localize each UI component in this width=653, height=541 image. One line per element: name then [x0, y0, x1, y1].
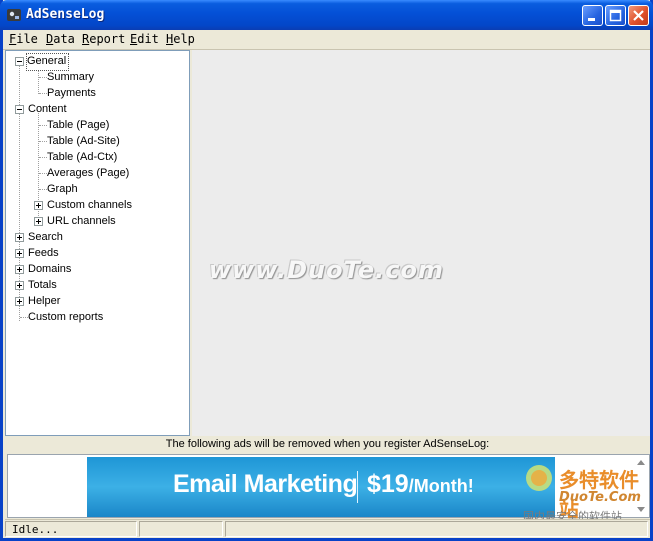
ad-notice: The following ads will be removed when y…: [5, 436, 650, 453]
collapse-icon[interactable]: [15, 57, 24, 66]
ad-scroll-arrows[interactable]: [635, 457, 647, 515]
maximize-icon: [609, 9, 622, 22]
tree-item-table-page[interactable]: Table (Page): [47, 118, 109, 134]
tree-line: [39, 173, 47, 175]
menu-report[interactable]: Report: [82, 32, 125, 46]
close-button[interactable]: [628, 5, 649, 26]
status-bar: Idle...: [5, 519, 650, 538]
tree-line: [39, 141, 47, 143]
tree-item-payments[interactable]: Payments: [47, 86, 96, 102]
banner-title: Email Marketing: [173, 470, 358, 498]
banner-price: $19/Month!: [367, 470, 474, 498]
minimize-icon: [588, 18, 595, 21]
tree-item-table-adctx[interactable]: Table (Ad-Ctx): [47, 150, 117, 166]
expand-icon[interactable]: [34, 201, 43, 210]
expand-icon[interactable]: [15, 265, 24, 274]
watermark: www.DuoTe.com: [209, 256, 444, 284]
menu-data[interactable]: Data: [46, 32, 75, 46]
tree-line: [39, 93, 47, 95]
status-panel: [225, 521, 648, 537]
tree-line: [20, 317, 28, 319]
tree-item-averages-page[interactable]: Averages (Page): [47, 166, 129, 182]
maximize-button[interactable]: [605, 5, 626, 26]
tree-item-url-channels[interactable]: URL channels: [47, 214, 116, 230]
minimize-button[interactable]: [582, 5, 603, 26]
tree-item-feeds[interactable]: Feeds: [28, 246, 59, 262]
menu-file[interactable]: File: [9, 32, 38, 46]
report-tree[interactable]: General Summary Payments Content Table (…: [5, 50, 190, 436]
tree-item-domains[interactable]: Domains: [28, 262, 71, 278]
status-text: Idle...: [12, 523, 59, 536]
menu-help[interactable]: Help: [166, 32, 195, 46]
app-icon: [7, 9, 21, 21]
expand-icon[interactable]: [15, 297, 24, 306]
tree-item-table-adsite[interactable]: Table (Ad-Site): [47, 134, 120, 150]
tree-line: [39, 189, 47, 191]
tree-line: [39, 125, 47, 127]
expand-icon[interactable]: [15, 281, 24, 290]
app-window: AdSenseLog File Data Report Edit Help Ge…: [0, 0, 653, 541]
tree-item-search[interactable]: Search: [28, 230, 63, 246]
ad-banner[interactable]: Email Marketing $19/Month!: [87, 457, 555, 517]
tree-item-custom-reports[interactable]: Custom reports: [28, 310, 103, 326]
report-pane: [192, 50, 650, 436]
tree-line: [39, 77, 47, 79]
banner-divider: [357, 471, 358, 503]
status-panel: Idle...: [5, 521, 137, 537]
expand-icon[interactable]: [15, 233, 24, 242]
tree-item-custom-channels[interactable]: Custom channels: [47, 198, 132, 214]
expand-icon[interactable]: [15, 249, 24, 258]
close-icon: [633, 10, 644, 21]
title-bar[interactable]: AdSenseLog: [0, 0, 653, 30]
menu-bar: File Data Report Edit Help: [3, 30, 650, 50]
expand-icon[interactable]: [34, 217, 43, 226]
tree-item-graph[interactable]: Graph: [47, 182, 78, 198]
tree-item-content[interactable]: Content: [28, 102, 67, 118]
collapse-icon[interactable]: [15, 105, 24, 114]
tree-item-summary[interactable]: Summary: [47, 70, 94, 86]
tree-item-totals[interactable]: Totals: [28, 278, 57, 294]
status-panel: [139, 521, 223, 537]
tree-item-general[interactable]: General: [25, 53, 70, 71]
tree-item-helper[interactable]: Helper: [28, 294, 60, 310]
tree-line: [39, 157, 47, 159]
site-logo-domain: DuoTe.Com: [559, 490, 641, 505]
window-title: AdSenseLog: [26, 7, 105, 22]
menu-edit[interactable]: Edit: [130, 32, 159, 46]
